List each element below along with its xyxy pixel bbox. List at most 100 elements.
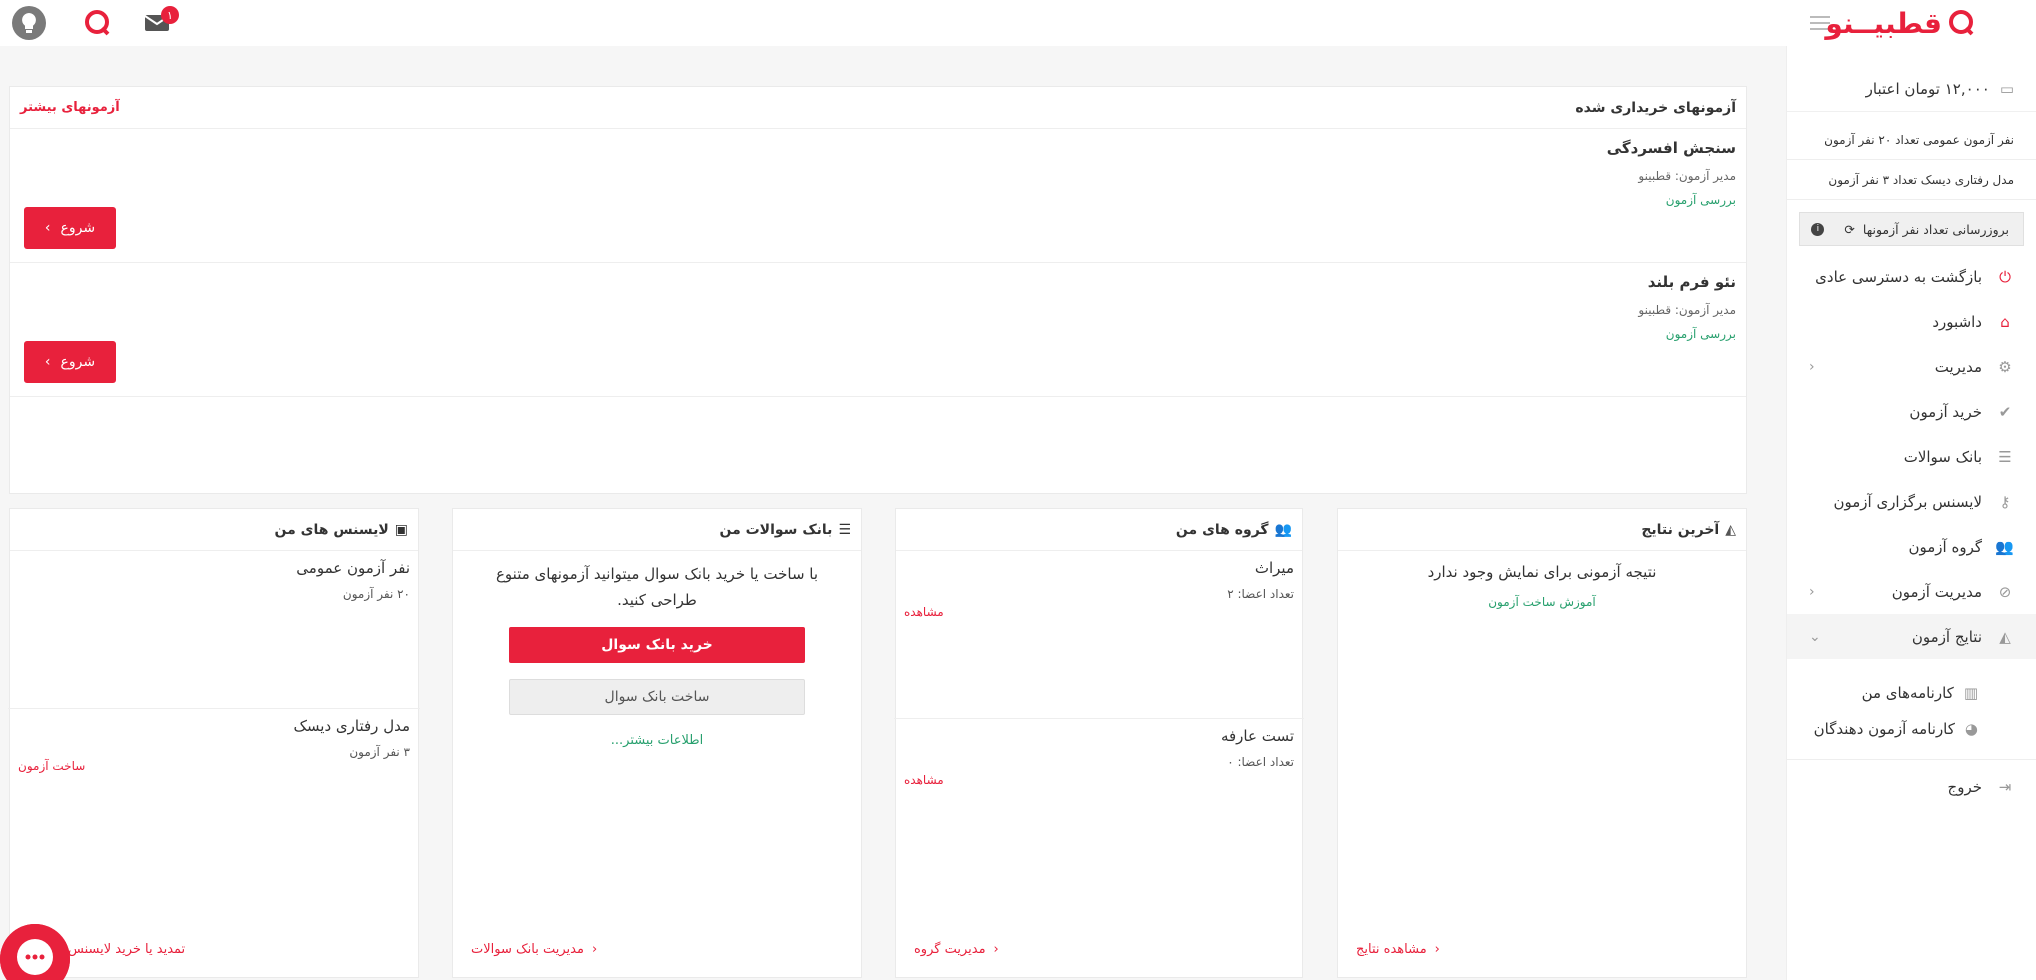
database-icon: ☰: [838, 521, 851, 538]
license-name: نفر آزمون عمومی: [296, 559, 410, 577]
license-item: مدل رفتاری دیسک ۳ نفر آزمون ساخت آزمون: [8, 709, 420, 773]
license-line: نفر آزمون عمومی تعداد ۲۰ نفر آزمون: [1787, 120, 2036, 160]
exam-name: نئو فرم بلند: [1647, 273, 1736, 291]
briefcase-icon: ▣: [394, 521, 408, 538]
start-exam-button[interactable]: شروع ›: [24, 207, 116, 249]
renew-license-link[interactable]: تمدید یا خرید لایسنس: [68, 942, 185, 957]
review-exam-link[interactable]: بررسی آزمون: [20, 327, 1736, 341]
manage-question-bank-link[interactable]: ‹ مدیریت بانک سوالات: [471, 942, 597, 957]
empty-results-text: نتیجه آزمونی برای نمایش وجود ندارد: [1427, 563, 1657, 581]
view-group-link[interactable]: مشاهده: [904, 605, 944, 619]
exam-manager: مدیر آزمون: قطبینو: [1638, 303, 1736, 317]
buy-question-bank-button[interactable]: خرید بانک سوال: [509, 627, 805, 663]
more-info-link[interactable]: اطلاعات بیشتر...: [453, 733, 861, 748]
sidebar-subitem-examinee-reports[interactable]: ◕ کارنامه آزمون دهندگان: [1787, 711, 2036, 747]
area-chart-icon: ◭: [1999, 627, 2011, 646]
sidebar-item-label: گروه آزمون: [1908, 537, 1983, 556]
sidebar-item-logout[interactable]: ⇥ خروج: [1787, 764, 2036, 809]
sidebar-item-label: خرید آزمون: [1909, 402, 1982, 421]
sidebar-item-buy-exam[interactable]: ✔ خرید آزمون: [1787, 389, 2036, 434]
my-groups-card: 👥 گروه های من میراث تعداد اعضا: ۲ مشاهده…: [894, 508, 1304, 978]
sidebar-item-exam-results[interactable]: ◭ نتایج آزمون ⌄: [1787, 614, 2036, 659]
group-item: میراث تعداد اعضا: ۲ مشاهده: [894, 551, 1304, 719]
sidebar-item-label: بانک سوالات: [1903, 447, 1982, 466]
sidebar-item-label: مدیریت آزمون: [1891, 582, 1982, 601]
sidebar-item-exam-license[interactable]: ⚷ لایسنس برگزاری آزمون: [1787, 479, 2036, 524]
users-icon: 👥: [1995, 537, 2014, 556]
sidebar-item-question-bank[interactable]: ☰ بانک سوالات: [1787, 434, 2036, 479]
update-label: بروزرسانی تعداد نفر آزمونها: [1862, 221, 2009, 237]
card-header: آزمونهای خریداری شده آزمونهای بیشتر: [10, 87, 1746, 129]
group-members: تعداد اعضا: ۰: [1227, 755, 1294, 769]
users-icon: 👥: [1274, 521, 1292, 538]
exam-manager: مدیر آزمون: قطبینو: [1638, 169, 1736, 183]
sidebar-item-management[interactable]: ⚙ مدیریت ‹: [1787, 344, 2036, 389]
view-group-link[interactable]: مشاهده: [904, 773, 944, 787]
sidebar-subitem-label: کارنامه‌های من: [1861, 684, 1954, 702]
chevron-left-icon: ‹: [1809, 583, 1815, 600]
sidebar-subitem-my-reports[interactable]: ▥ کارنامه‌های من: [1787, 675, 2036, 711]
logo-q-icon: [1949, 10, 1974, 36]
create-question-bank-button[interactable]: ساخت بانک سوال: [509, 679, 805, 715]
sidebar-item-dashboard[interactable]: ⌂ داشبورد: [1787, 299, 2036, 344]
lightbulb-icon[interactable]: [10, 4, 48, 42]
chat-icon: [0, 924, 70, 980]
info-icon[interactable]: i: [1811, 222, 1825, 236]
create-exam-link[interactable]: ساخت آزمون: [18, 759, 85, 773]
card-header: 👥 گروه های من: [896, 509, 1302, 551]
home-icon: ⌂: [2000, 312, 2010, 331]
chevron-left-icon: ‹: [1434, 942, 1440, 957]
logo-text: قطبیــنو: [1825, 6, 1942, 40]
card-title: بانک سوالات من: [719, 521, 833, 538]
card-title: گروه های من: [1175, 521, 1269, 538]
gear-icon: ⚙: [1998, 357, 2012, 376]
group-name: میراث: [1254, 559, 1294, 577]
sidebar-item-exam-management[interactable]: ⊘ مدیریت آزمون ‹: [1787, 569, 2036, 614]
chevron-left-icon: ‹: [1809, 358, 1815, 375]
card-header: ☰ بانک سوالات من: [453, 509, 861, 551]
license-count: ۲۰ نفر آزمون: [342, 587, 410, 601]
card-title: آخرین نتایج: [1641, 521, 1720, 538]
card-title: آزمونهای خریداری شده: [1575, 99, 1736, 116]
start-label: شروع: [60, 220, 96, 236]
license-item: نفر آزمون عمومی ۲۰ نفر آزمون: [8, 551, 420, 709]
sidebar-item-back-to-normal[interactable]: ⏻ بازگشت به دسترسی عادی: [1787, 254, 2036, 299]
manage-groups-link[interactable]: ‹ مدیریت گروه: [914, 942, 999, 957]
sidebar-item-label: داشبورد: [1932, 312, 1982, 331]
key-icon: ⚷: [1999, 492, 2011, 511]
card-title: لایسنس های من: [274, 521, 389, 538]
chevron-down-icon: ⌄: [1809, 628, 1821, 645]
money-icon: ▭: [1999, 79, 2014, 98]
logo[interactable]: قطبیــنو: [1825, 2, 1976, 44]
credit-text: ۱۲,۰۰۰ تومان اعتبار: [1865, 79, 1990, 98]
view-results-link[interactable]: ‹ مشاهده نتایج: [1356, 942, 1440, 957]
sidebar-item-label: مدیریت: [1934, 357, 1982, 376]
review-exam-link[interactable]: بررسی آزمون: [20, 193, 1736, 207]
my-licenses-card: ▣ لایسنس های من نفر آزمون عمومی ۲۰ نفر آ…: [8, 508, 420, 978]
sidebar-item-exam-group[interactable]: 👥 گروه آزمون: [1787, 524, 2036, 569]
start-exam-button[interactable]: شروع ›: [24, 341, 116, 383]
purchased-exams-card: آزمونهای خریداری شده آزمونهای بیشتر سنجش…: [9, 86, 1747, 494]
compass-icon: ⊘: [1998, 582, 2012, 601]
chevron-left-icon: ‹: [993, 942, 999, 957]
credit-balance: ▭ ۱۲,۰۰۰ تومان اعتبار: [1787, 66, 2036, 112]
update-licenses-button[interactable]: بروزرسانی تعداد نفر آزمونها ⟳ i: [1799, 212, 2024, 246]
notification-badge: ۱: [161, 6, 179, 24]
chevron-left-icon: ‹: [591, 942, 598, 957]
qotbino-q-icon[interactable]: [78, 4, 116, 42]
more-exams-link[interactable]: آزمونهای بیشتر: [20, 100, 120, 115]
area-chart-icon: ◭: [1725, 521, 1736, 538]
footer-label: تمدید یا خرید لایسنس: [68, 942, 186, 957]
database-icon: ☰: [1998, 447, 2012, 466]
chat-widget-button[interactable]: [0, 924, 70, 980]
license-name: مدل رفتاری دیسک: [293, 717, 411, 735]
pie-chart-icon: ◕: [1964, 720, 1978, 738]
question-bank-card: ☰ بانک سوالات من با ساخت یا خرید بانک سو…: [452, 508, 862, 978]
sidebar: ▭ ۱۲,۰۰۰ تومان اعتبار نفر آزمون عمومی تع…: [1786, 46, 2036, 980]
sidebar-item-label: بازگشت به دسترسی عادی: [1815, 267, 1982, 286]
sidebar-subitem-label: کارنامه آزمون دهندگان: [1813, 720, 1955, 738]
group-name: تست عارفه: [1220, 727, 1294, 745]
footer-label: مدیریت گروه: [914, 942, 986, 957]
tutorial-link[interactable]: آموزش ساخت آزمون: [1338, 595, 1746, 609]
group-item: تست عارفه تعداد اعضا: ۰ مشاهده: [894, 719, 1304, 787]
